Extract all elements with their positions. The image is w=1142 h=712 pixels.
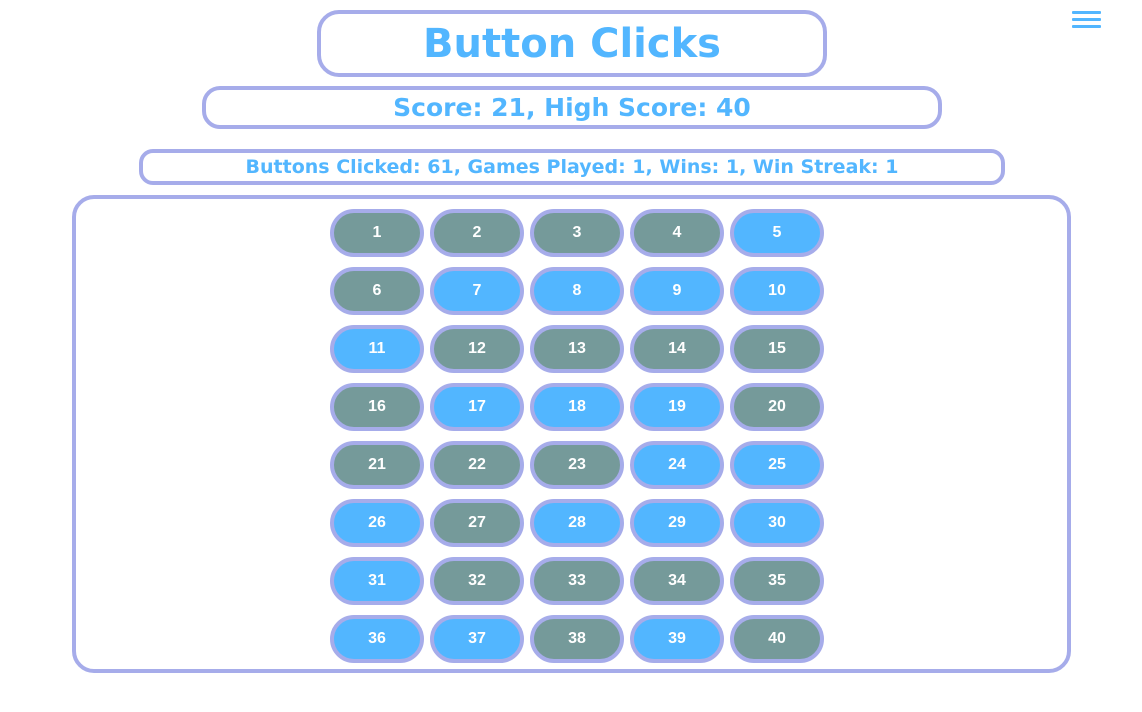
game-button-4[interactable]: 4 — [630, 209, 724, 257]
hamburger-menu-icon[interactable] — [1072, 11, 1101, 31]
game-button-8[interactable]: 8 — [530, 267, 624, 315]
score-display: Score: 21, High Score: 40 — [202, 86, 942, 129]
game-button-30[interactable]: 30 — [730, 499, 824, 547]
game-button-35[interactable]: 35 — [730, 557, 824, 605]
game-button-33[interactable]: 33 — [530, 557, 624, 605]
game-button-38[interactable]: 38 — [530, 615, 624, 663]
game-button-31[interactable]: 31 — [330, 557, 424, 605]
game-button-11[interactable]: 11 — [330, 325, 424, 373]
game-button-5[interactable]: 5 — [730, 209, 824, 257]
game-button-12[interactable]: 12 — [430, 325, 524, 373]
game-button-36[interactable]: 36 — [330, 615, 424, 663]
page-title: Button Clicks — [317, 10, 827, 77]
game-button-26[interactable]: 26 — [330, 499, 424, 547]
game-button-15[interactable]: 15 — [730, 325, 824, 373]
game-button-20[interactable]: 20 — [730, 383, 824, 431]
game-button-34[interactable]: 34 — [630, 557, 724, 605]
game-button-3[interactable]: 3 — [530, 209, 624, 257]
game-button-23[interactable]: 23 — [530, 441, 624, 489]
game-button-2[interactable]: 2 — [430, 209, 524, 257]
game-button-27[interactable]: 27 — [430, 499, 524, 547]
game-button-40[interactable]: 40 — [730, 615, 824, 663]
stats-display: Buttons Clicked: 61, Games Played: 1, Wi… — [139, 149, 1005, 185]
game-button-19[interactable]: 19 — [630, 383, 724, 431]
game-button-37[interactable]: 37 — [430, 615, 524, 663]
button-board: 1 2 3 4 5 6 7 8 9 10 11 12 13 14 15 16 17 18 19 20 21 22 23 24 2… — [72, 195, 1071, 673]
game-button-18[interactable]: 18 — [530, 383, 624, 431]
game-button-32[interactable]: 32 — [430, 557, 524, 605]
game-button-22[interactable]: 22 — [430, 441, 524, 489]
game-button-39[interactable]: 39 — [630, 615, 724, 663]
game-button-14[interactable]: 14 — [630, 325, 724, 373]
game-button-21[interactable]: 21 — [330, 441, 424, 489]
game-button-10[interactable]: 10 — [730, 267, 824, 315]
game-button-13[interactable]: 13 — [530, 325, 624, 373]
game-button-9[interactable]: 9 — [630, 267, 724, 315]
game-button-28[interactable]: 28 — [530, 499, 624, 547]
button-grid: 1 2 3 4 5 6 7 8 9 10 11 12 13 14 15 16 17 18 19 20 21 22 23 24 2… — [330, 209, 824, 663]
game-button-29[interactable]: 29 — [630, 499, 724, 547]
game-button-17[interactable]: 17 — [430, 383, 524, 431]
game-button-16[interactable]: 16 — [330, 383, 424, 431]
game-button-24[interactable]: 24 — [630, 441, 724, 489]
game-button-7[interactable]: 7 — [430, 267, 524, 315]
game-button-25[interactable]: 25 — [730, 441, 824, 489]
game-button-1[interactable]: 1 — [330, 209, 424, 257]
game-button-6[interactable]: 6 — [330, 267, 424, 315]
